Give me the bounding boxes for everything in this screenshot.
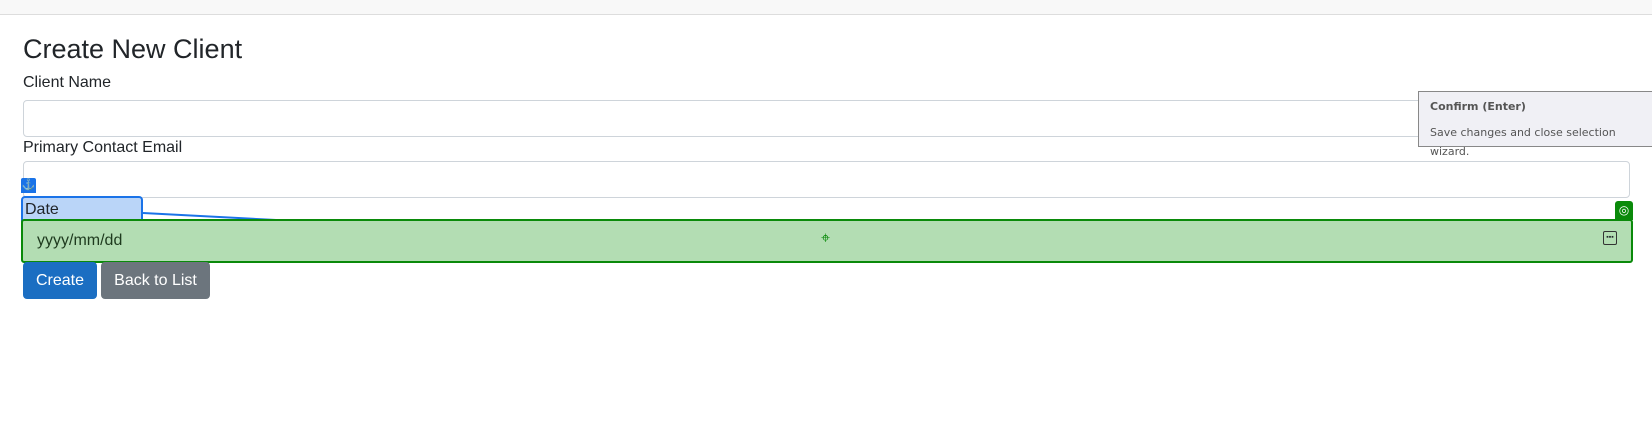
tooltip-title: Confirm (Enter) bbox=[1430, 100, 1526, 113]
create-button[interactable]: Create bbox=[23, 262, 97, 299]
page-title: Create New Client bbox=[23, 34, 243, 64]
anchor-icon: ⚓ bbox=[21, 178, 36, 193]
back-to-list-button[interactable]: Back to List bbox=[101, 262, 210, 299]
email-label: Primary Contact Email bbox=[23, 139, 183, 156]
crosshair-icon: ⌖ bbox=[821, 230, 831, 247]
email-input[interactable] bbox=[23, 161, 1630, 198]
target-icon[interactable]: ◎ bbox=[1615, 201, 1633, 220]
date-onboarded-input[interactable]: yyyy/mm/dd ⌖ ▪▪▪ bbox=[21, 219, 1633, 263]
top-bar bbox=[0, 0, 1652, 15]
confirm-tooltip: Confirm (Enter) Save changes and close s… bbox=[1418, 91, 1652, 158]
calendar-icon[interactable]: ▪▪▪ bbox=[1603, 231, 1617, 245]
client-name-input[interactable] bbox=[23, 100, 1630, 137]
date-placeholder: yyyy/mm/dd bbox=[37, 232, 123, 249]
tooltip-text: Save changes and close selection wizard. bbox=[1430, 126, 1616, 158]
client-name-label: Client Name bbox=[23, 74, 112, 91]
